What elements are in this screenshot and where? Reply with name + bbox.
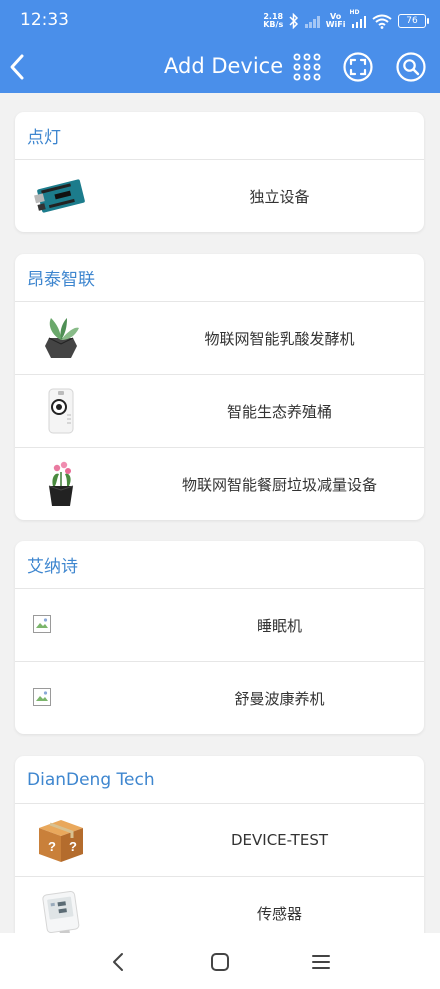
grid-dots-icon <box>293 53 321 81</box>
device-item[interactable]: 物联网智能乳酸发酵机 <box>15 302 424 375</box>
scan-icon <box>343 52 373 82</box>
home-icon <box>211 953 229 971</box>
back-icon <box>113 953 123 971</box>
white-box-device-icon <box>48 388 74 434</box>
device-item[interactable]: ? ? DEVICE-TEST <box>15 804 424 877</box>
back-arrow-icon <box>10 54 24 80</box>
device-group-card: 昂泰智联 物联网智能乳酸发酵机 智能生态养殖桶 物联网智能餐厨垃圾减量设备 <box>15 254 424 520</box>
svg-text:?: ? <box>69 839 77 854</box>
app-bar: Add Device <box>0 42 440 93</box>
vowifi-bottom: WiFi <box>325 20 346 29</box>
svg-text:?: ? <box>48 839 56 854</box>
network-speed: 2.18 KB/s <box>263 13 283 29</box>
nav-menu-button[interactable] <box>308 949 334 975</box>
device-name: 物联网智能乳酸发酵机 <box>204 329 355 348</box>
group-title: 昂泰智联 <box>15 254 424 302</box>
status-icons: 2.18 KB/s Vo WiFi HD 76 <box>263 9 429 31</box>
thermo-hygrometer-icon <box>42 890 80 933</box>
back-button[interactable] <box>4 50 36 84</box>
nav-home-button[interactable] <box>207 949 233 975</box>
device-name: 物联网智能餐厨垃圾减量设备 <box>181 475 377 494</box>
arduino-board-icon <box>34 179 85 213</box>
device-group-card: 点灯 独立设备 <box>15 112 424 232</box>
system-nav-bar <box>0 933 440 989</box>
vowifi-icon: Vo WiFi <box>326 13 346 29</box>
device-item[interactable]: 物联网智能餐厨垃圾减量设备 <box>15 448 424 520</box>
page-title: Add Device <box>164 54 284 78</box>
scan-button[interactable] <box>342 51 374 83</box>
cell-signal-2-icon: HD <box>350 9 366 28</box>
menu-icon <box>312 955 330 969</box>
battery-icon: 76 <box>398 14 429 28</box>
search-icon <box>396 52 426 82</box>
device-group-card: 艾纳诗 睡眠机 舒曼波康养机 <box>15 541 424 734</box>
grid-button[interactable] <box>291 51 323 83</box>
status-time: 12:33 <box>20 10 69 30</box>
device-name: DEVICE-TEST <box>230 831 329 849</box>
device-item[interactable]: 独立设备 <box>15 160 424 232</box>
device-list[interactable]: 点灯 独立设备 昂泰智联 物联网智能乳酸发酵机 智能生态养殖桶 物联网智能餐厨垃… <box>0 93 440 933</box>
device-name: 睡眠机 <box>256 616 302 635</box>
broken-image-icon <box>33 615 51 633</box>
device-name: 智能生态养殖桶 <box>226 402 332 421</box>
network-speed-unit: KB/s <box>263 20 284 29</box>
cardboard-box-icon: ? ? <box>39 820 83 862</box>
device-item[interactable]: 智能生态养殖桶 <box>15 375 424 448</box>
planter-icon <box>45 318 79 358</box>
wifi-icon <box>372 14 392 29</box>
search-button[interactable] <box>395 51 427 83</box>
device-item[interactable]: 睡眠机 <box>15 589 424 662</box>
group-title: 艾纳诗 <box>15 541 424 589</box>
nav-back-button[interactable] <box>106 949 132 975</box>
device-name: 舒曼波康养机 <box>234 689 325 708</box>
status-bar: 12:33 2.18 KB/s Vo WiFi HD 76 <box>0 0 440 42</box>
device-group-card: DianDeng Tech ? ? DEVICE-TEST 传感器 <box>15 756 424 933</box>
device-item[interactable]: 舒曼波康养机 <box>15 662 424 734</box>
device-item[interactable]: 传感器 <box>15 877 424 933</box>
device-name: 独立设备 <box>249 187 310 206</box>
broken-image-icon <box>33 688 51 706</box>
cell-signal-1-icon <box>305 15 320 28</box>
group-title: 点灯 <box>15 112 424 160</box>
bluetooth-icon <box>289 13 299 29</box>
device-name: 传感器 <box>256 904 302 923</box>
hd-label: HD <box>349 8 360 16</box>
flower-pot-icon <box>48 461 74 506</box>
group-title: DianDeng Tech <box>15 756 424 804</box>
